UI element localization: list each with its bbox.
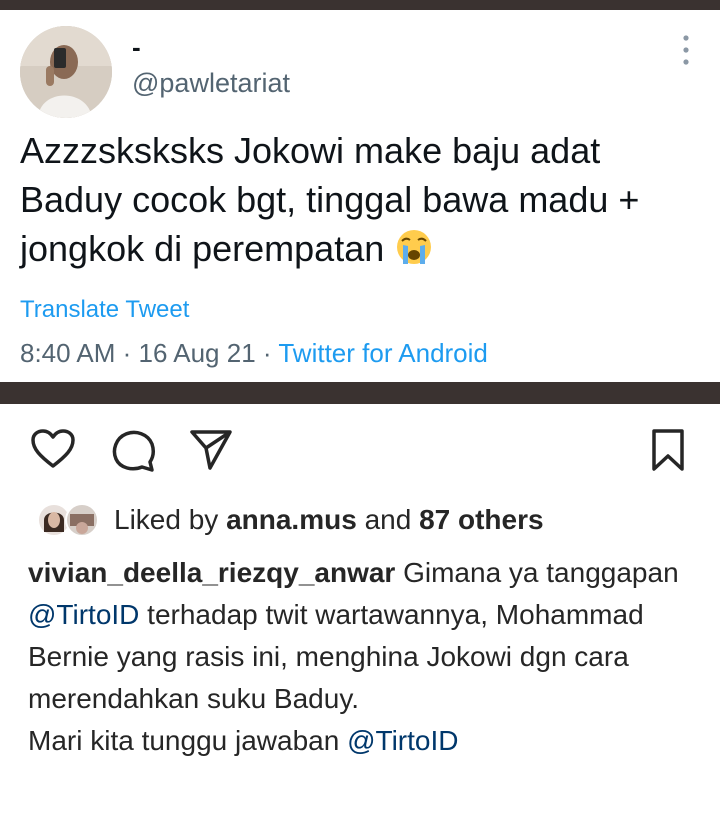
bookmark-icon[interactable] <box>650 428 686 472</box>
meta-separator: · <box>122 338 132 368</box>
liked-by-text: Liked by anna.mus and 87 others <box>114 504 544 536</box>
tweet-meta: 8:40 AM · 16 Aug 21 · Twitter for Androi… <box>20 338 488 369</box>
mention-link[interactable]: @TirtoID <box>347 725 458 756</box>
liked-prefix: Liked by <box>114 504 219 535</box>
liked-middle: and <box>364 504 412 535</box>
tweet-date: 16 Aug 21 <box>138 338 256 368</box>
caption-paragraph-2: Mari kita tunggu jawaban @TirtoID <box>28 720 708 762</box>
tweet-time: 8:40 AM <box>20 338 116 368</box>
heart-icon[interactable] <box>30 428 76 470</box>
likes-others-link[interactable]: 87 others <box>419 504 544 535</box>
user-handle[interactable]: @pawletariat <box>132 68 290 99</box>
post-caption: vivian_deella_riezqy_anwar Gimana ya tan… <box>28 552 708 762</box>
separator-bar <box>0 382 720 404</box>
tweet-source-link[interactable]: Twitter for Android <box>278 338 488 368</box>
translate-tweet-link[interactable]: Translate Tweet <box>20 296 189 324</box>
tweet-text-content: Azzzsksksks Jokowi make baju adat Baduy … <box>20 130 640 269</box>
tweet-card: - @pawletariat Azzzsksksks Jokowi make b… <box>0 10 720 382</box>
caption-username[interactable]: vivian_deella_riezqy_anwar <box>28 557 395 588</box>
meta-separator: · <box>262 338 272 368</box>
display-name[interactable]: - <box>132 32 141 63</box>
more-options-icon[interactable] <box>676 32 696 68</box>
mention-link[interactable]: @TirtoID <box>28 599 139 630</box>
top-frame-bar <box>0 0 720 10</box>
share-icon[interactable] <box>188 428 234 472</box>
caption-paragraph-1: vivian_deella_riezqy_anwar Gimana ya tan… <box>28 552 708 720</box>
comment-icon[interactable] <box>110 428 156 472</box>
caption-text-1: Gimana ya tanggapan <box>395 557 679 588</box>
likes-row: Liked by anna.mus and 87 others <box>26 500 706 540</box>
avatar[interactable] <box>20 26 112 118</box>
liked-by-avatars[interactable] <box>36 502 116 538</box>
tweet-text: Azzzsksksks Jokowi make baju adat Baduy … <box>20 126 710 273</box>
crying-face-emoji-icon <box>397 230 432 264</box>
liked-user-link[interactable]: anna.mus <box>226 504 357 535</box>
caption-text-3: Mari kita tunggu jawaban <box>28 725 348 756</box>
